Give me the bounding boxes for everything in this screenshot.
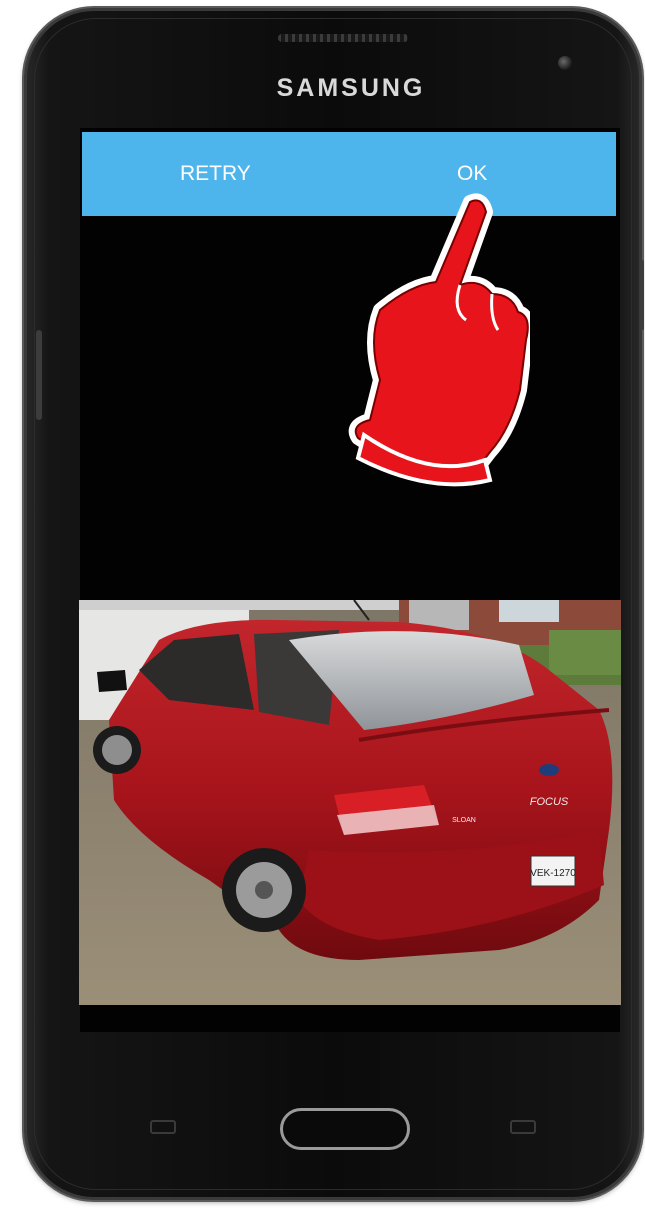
- earpiece-speaker: [278, 34, 408, 42]
- back-key-icon: [510, 1120, 536, 1134]
- home-button[interactable]: [280, 1108, 410, 1150]
- recent-apps-key-icon: [150, 1120, 176, 1134]
- license-plate: VEK-1270: [530, 868, 576, 879]
- dealer-badge: SLOAN: [452, 817, 476, 824]
- brand-logo: SAMSUNG: [276, 74, 426, 102]
- front-camera-icon: [558, 56, 572, 70]
- pointing-hand-icon: [348, 193, 530, 487]
- power-key: [640, 260, 644, 330]
- car-photo-image: VEK-1270 FOCUS SLOAN: [79, 600, 621, 1005]
- model-badge: FOCUS: [530, 796, 569, 808]
- volume-key: [36, 330, 42, 420]
- captured-photo: VEK-1270 FOCUS SLOAN: [79, 600, 621, 1005]
- retry-button[interactable]: RETRY: [82, 132, 339, 216]
